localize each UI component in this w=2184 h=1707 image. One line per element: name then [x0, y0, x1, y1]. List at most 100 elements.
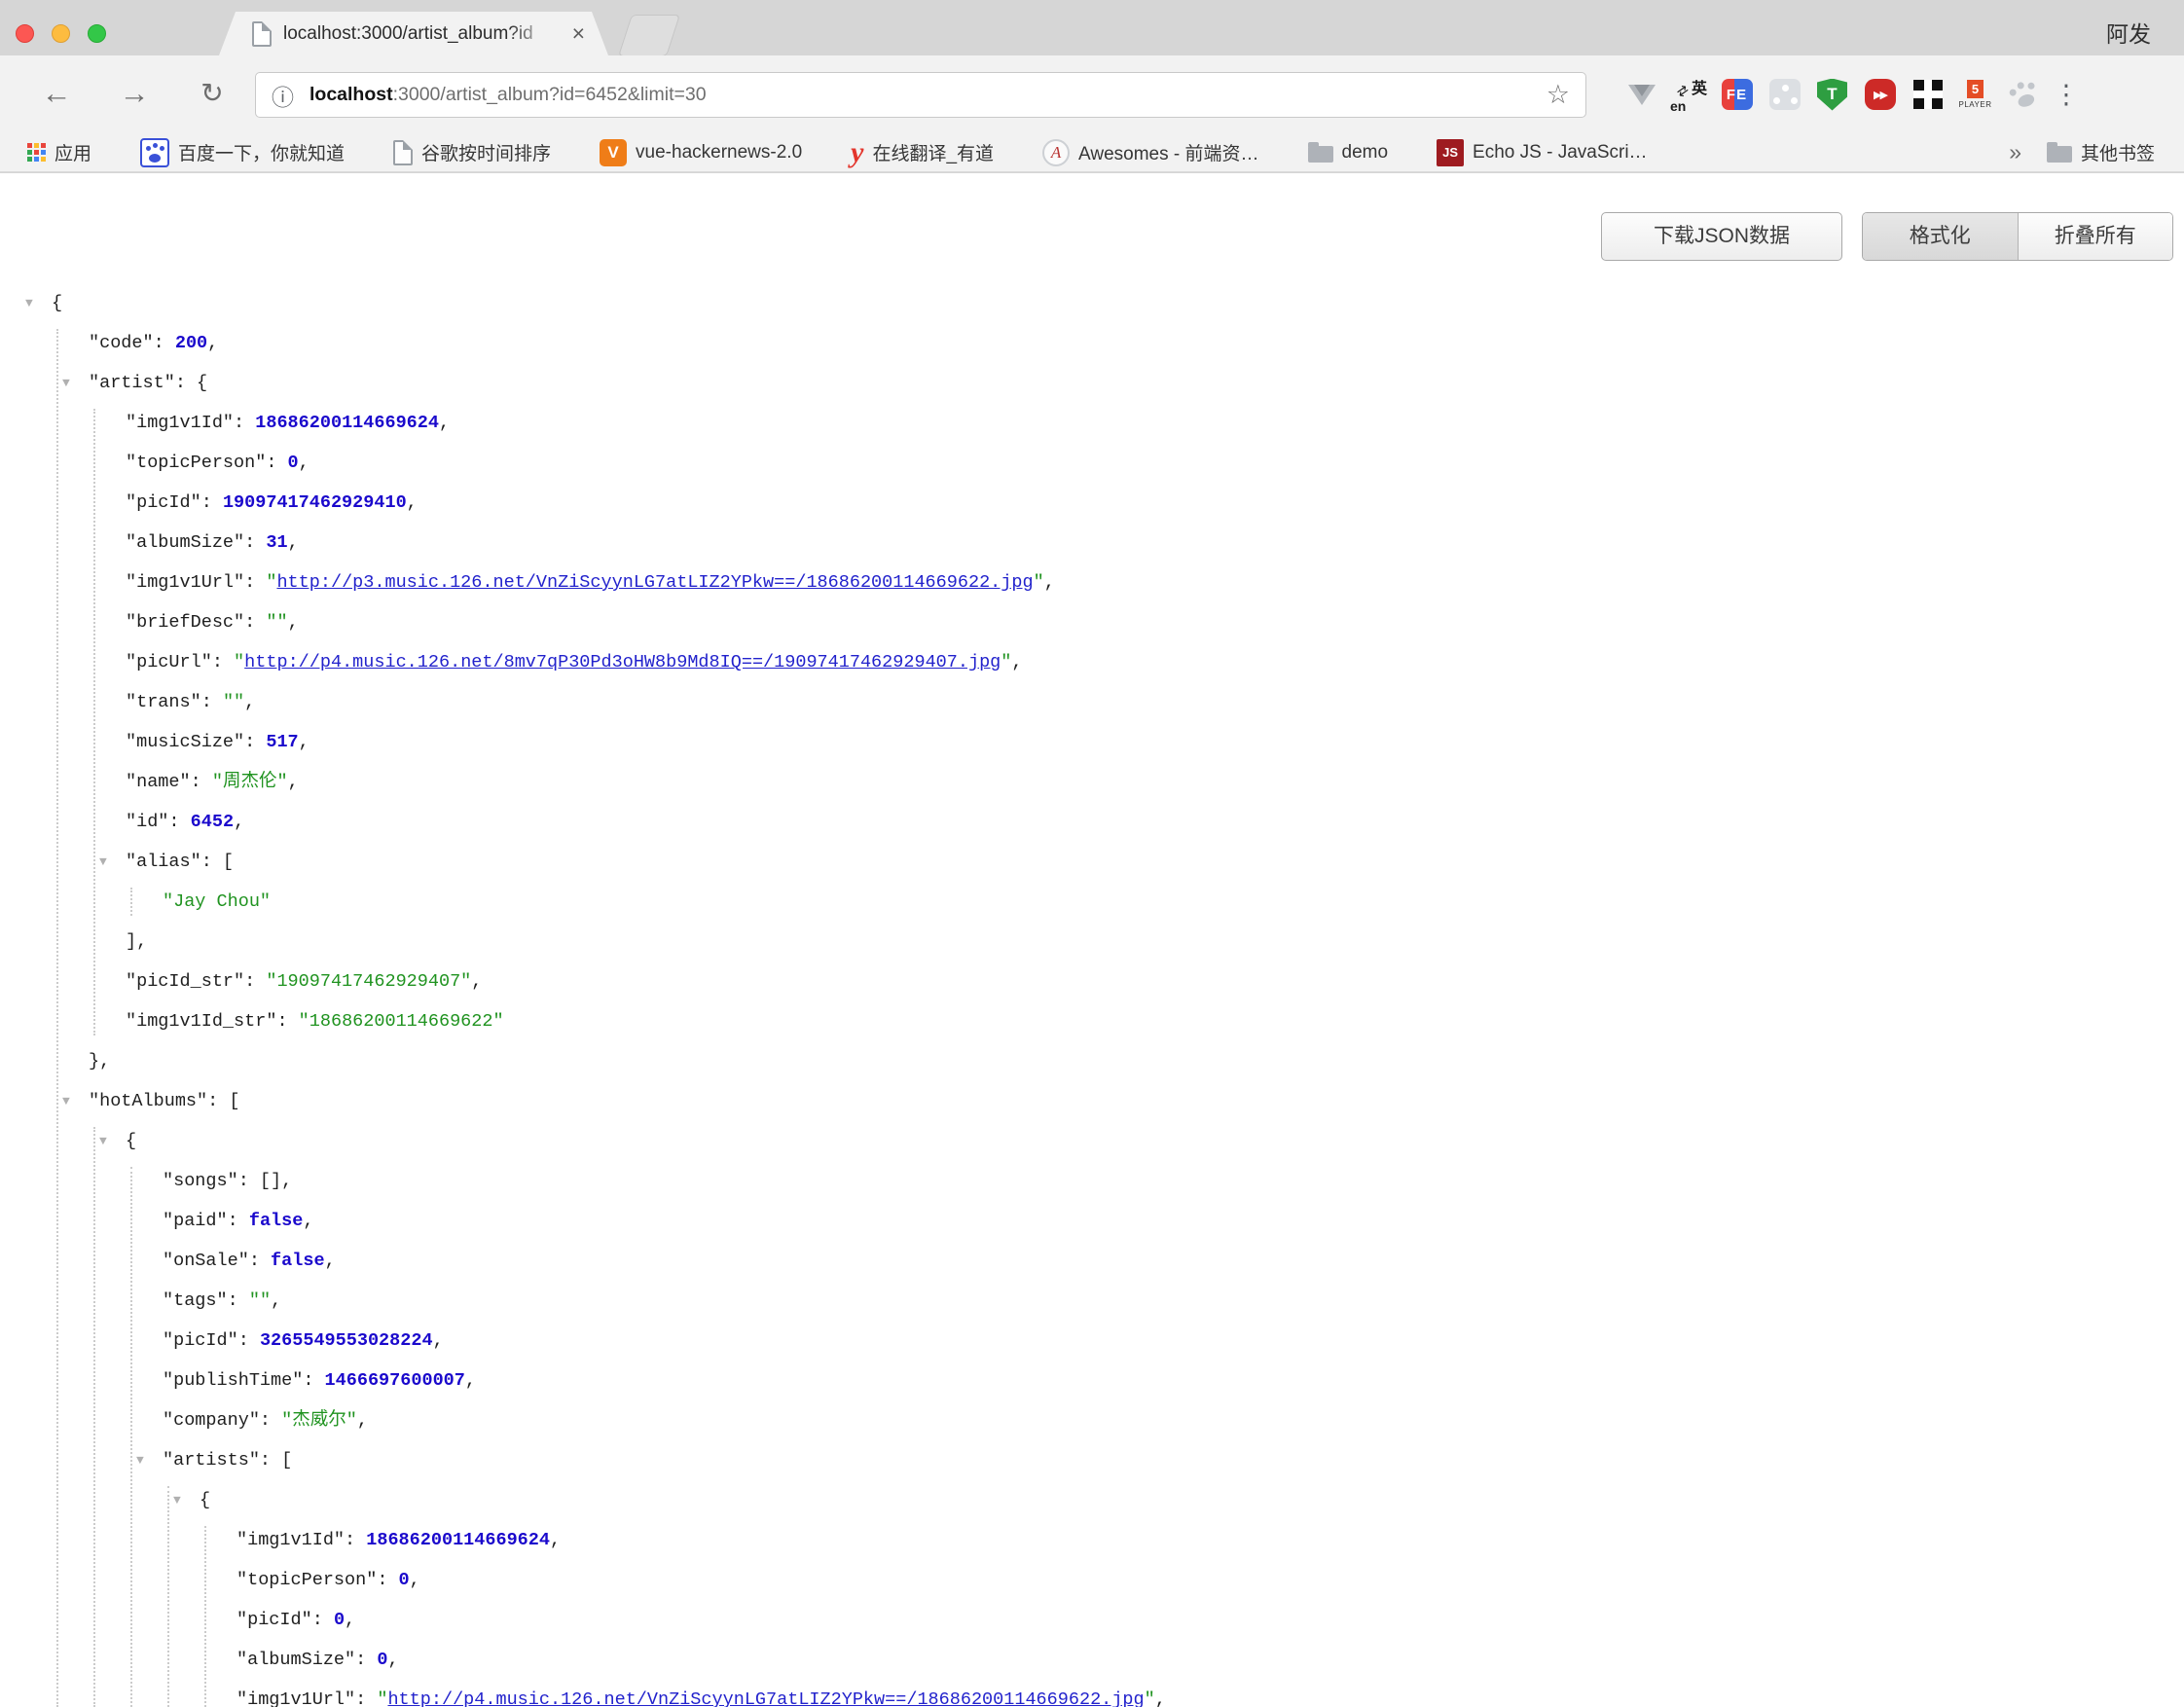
- paw-icon[interactable]: [1999, 63, 2047, 126]
- fast-forward-icon[interactable]: ▶▶: [1856, 63, 1904, 126]
- bookmark-echojs[interactable]: JS Echo JS - JavaScri…: [1437, 139, 1648, 166]
- json-string: "杰威尔": [281, 1410, 357, 1431]
- html5-player-icon[interactable]: 5 PLAYER: [1951, 63, 1999, 126]
- address-bar[interactable]: ⓘ localhost:3000/artist_album?id=6452&li…: [255, 72, 1586, 118]
- json-number: 1466697600007: [325, 1370, 465, 1391]
- json-line: "onSale": false,: [0, 1241, 2184, 1281]
- json-punct: :: [191, 772, 212, 792]
- site-info-icon[interactable]: ⓘ: [272, 79, 294, 112]
- collapse-toggle-icon[interactable]: ▼: [62, 1081, 70, 1121]
- collapse-toggle-icon[interactable]: ▼: [99, 1121, 107, 1161]
- tab-bar: localhost:3000/artist_album?id × 阿发: [0, 0, 2184, 55]
- json-key: "id": [126, 812, 168, 832]
- new-tab-button[interactable]: [618, 15, 680, 56]
- collapse-toggle-icon[interactable]: ▼: [99, 842, 107, 882]
- collapse-toggle-icon[interactable]: ▼: [25, 283, 33, 323]
- json-line: ▼ "artists": [: [0, 1440, 2184, 1480]
- download-json-button[interactable]: 下载JSON数据: [1601, 212, 1842, 261]
- view-toggle-group: 格式化 折叠所有: [1862, 212, 2173, 261]
- json-punct: : {: [175, 373, 207, 393]
- json-punct: ,: [550, 1530, 561, 1550]
- json-line: "img1v1Id": 18686200114669624,: [0, 403, 2184, 443]
- json-punct: :: [260, 1410, 281, 1431]
- json-punct: ,: [299, 732, 309, 752]
- json-punct: :: [201, 492, 223, 513]
- json-url-link[interactable]: http://p4.music.126.net/VnZiScyynLG7atLI…: [387, 1689, 1144, 1707]
- bookmarks-overflow-chevron-icon[interactable]: »: [2009, 139, 2021, 165]
- translate-icon[interactable]: 英 en ⇄: [1665, 63, 1713, 126]
- json-key: "hotAlbums": [89, 1091, 207, 1111]
- json-line: "picId": 3265549553028224,: [0, 1321, 2184, 1361]
- minimize-window-button[interactable]: [52, 24, 70, 43]
- browser-toolbar: ← → ↻ ⓘ localhost:3000/artist_album?id=6…: [0, 55, 2184, 133]
- json-key: "img1v1Url": [126, 572, 244, 593]
- json-punct: : [: [260, 1450, 292, 1471]
- json-key: "img1v1Id": [237, 1530, 345, 1550]
- tampermonkey-icon[interactable]: T: [1808, 63, 1856, 126]
- json-key: "musicSize": [126, 732, 244, 752]
- json-line: "img1v1Id_str": "18686200114669622": [0, 1001, 2184, 1041]
- bookmark-youdao-translate[interactable]: y 在线翻译_有道: [851, 139, 994, 166]
- json-number: 517: [266, 732, 298, 752]
- close-tab-icon[interactable]: ×: [572, 22, 585, 45]
- bookmark-demo-folder[interactable]: demo: [1308, 142, 1389, 163]
- json-punct: :: [212, 652, 234, 672]
- json-string: "19097417462929407": [266, 971, 471, 992]
- url-path: :3000/artist_album?id=6452&limit=30: [393, 84, 707, 105]
- bookmark-awesomes[interactable]: A Awesomes - 前端资…: [1042, 139, 1258, 166]
- json-punct: {: [200, 1490, 210, 1510]
- qr-code-icon[interactable]: [1904, 63, 1951, 126]
- forward-button[interactable]: →: [105, 55, 164, 133]
- apps-grid-icon: [27, 143, 46, 162]
- profile-name[interactable]: 阿发: [2106, 16, 2151, 49]
- fullscreen-window-button[interactable]: [88, 24, 106, 43]
- json-string: ": [377, 1689, 387, 1707]
- json-key: "picId": [237, 1610, 312, 1630]
- vue-devtools-icon[interactable]: [1618, 63, 1665, 126]
- collapse-toggle-icon[interactable]: ▼: [136, 1440, 144, 1480]
- format-button[interactable]: 格式化: [1863, 213, 2018, 260]
- bookmark-apps[interactable]: 应用: [27, 139, 91, 165]
- collapse-toggle-icon[interactable]: ▼: [62, 363, 70, 403]
- json-key: "artists": [163, 1450, 260, 1471]
- collapse-all-button[interactable]: 折叠所有: [2018, 213, 2173, 260]
- chrome-menu-icon[interactable]: ⋮: [2047, 80, 2086, 110]
- reload-button[interactable]: ↻: [183, 55, 241, 133]
- youdao-icon: y: [851, 139, 863, 166]
- other-bookmarks-folder[interactable]: 其他书签: [2047, 139, 2155, 165]
- json-url-link[interactable]: http://p4.music.126.net/8mv7qP30Pd3oHW8b…: [244, 652, 1001, 672]
- json-punct: :: [244, 532, 266, 553]
- json-punct: ,: [439, 413, 450, 433]
- json-key: "onSale": [163, 1251, 249, 1271]
- collapse-toggle-icon[interactable]: ▼: [173, 1480, 181, 1520]
- json-punct: ,: [303, 1211, 313, 1231]
- page-favicon-icon: [252, 21, 272, 47]
- json-punct: :: [266, 453, 287, 473]
- bookmark-baidu[interactable]: 百度一下，你就知道: [140, 138, 345, 167]
- fe-extension-icon[interactable]: FE: [1713, 63, 1761, 126]
- json-string: "": [249, 1290, 271, 1311]
- bookmark-google-sort[interactable]: 谷歌按时间排序: [393, 139, 551, 165]
- json-url-link[interactable]: http://p3.music.126.net/VnZiScyynLG7atLI…: [276, 572, 1033, 593]
- json-punct: ,: [345, 1610, 355, 1630]
- json-key: "topicPerson": [126, 453, 266, 473]
- json-number: 3265549553028224: [260, 1330, 433, 1351]
- json-punct: ,: [244, 692, 255, 712]
- url-text[interactable]: localhost:3000/artist_album?id=6452&limi…: [309, 84, 1547, 106]
- url-host: localhost: [309, 84, 393, 105]
- json-string: "Jay Chou": [163, 891, 271, 912]
- bookmark-star-icon[interactable]: ☆: [1547, 80, 1570, 110]
- bookmark-vue-hackernews[interactable]: V vue-hackernews-2.0: [600, 139, 802, 166]
- sitemap-icon[interactable]: [1761, 63, 1808, 126]
- json-punct: :: [244, 732, 266, 752]
- json-punct: :: [276, 1011, 298, 1032]
- back-button[interactable]: ←: [27, 55, 86, 133]
- indent-guide: [93, 409, 95, 1035]
- browser-tab[interactable]: localhost:3000/artist_album?id ×: [219, 12, 608, 55]
- json-line: "picId": 0,: [0, 1600, 2184, 1640]
- json-number: 18686200114669624: [366, 1530, 550, 1550]
- json-punct: :: [201, 692, 223, 712]
- close-window-button[interactable]: [16, 24, 34, 43]
- json-line: "picUrl": "http://p4.music.126.net/8mv7q…: [0, 642, 2184, 682]
- json-line: "albumSize": 0,: [0, 1640, 2184, 1680]
